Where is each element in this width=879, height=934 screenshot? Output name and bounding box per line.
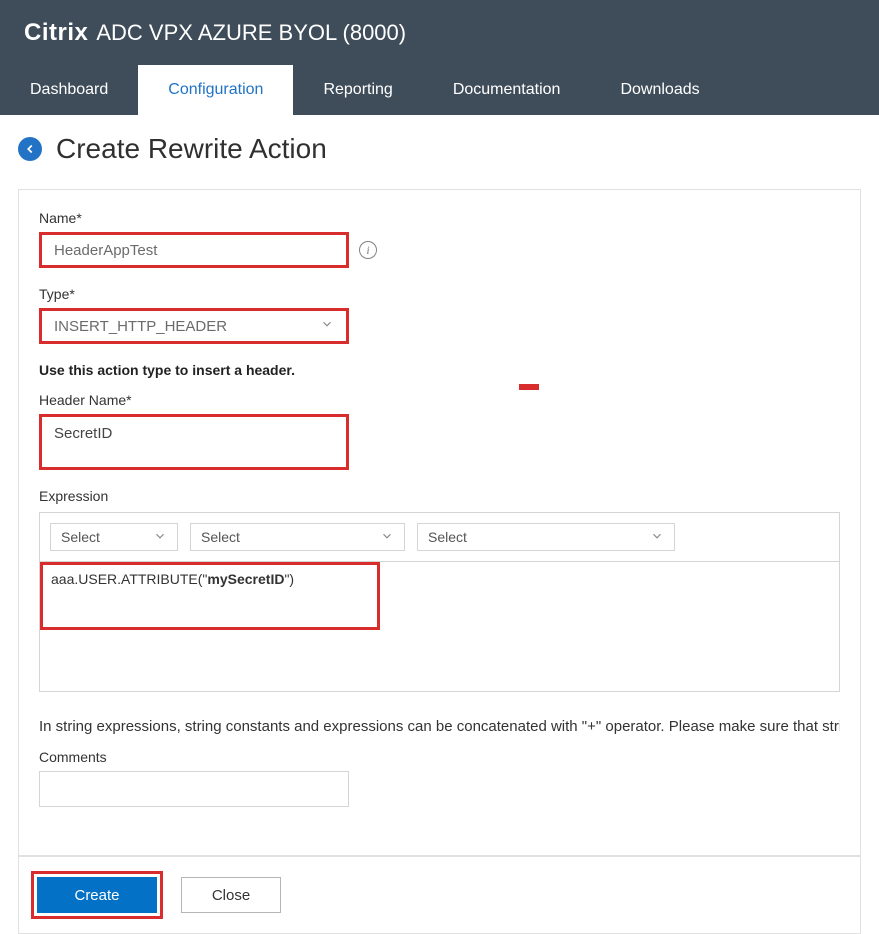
red-marker [519, 384, 539, 390]
expr-bold: mySecretID [207, 571, 284, 587]
name-input[interactable] [42, 235, 346, 265]
expression-select-1[interactable]: Select [50, 523, 178, 551]
main-navbar: Dashboard Configuration Reporting Docume… [0, 65, 879, 115]
expression-body: aaa.USER.ATTRIBUTE("mySecretID") [39, 562, 840, 692]
brand-name: Citrix [24, 19, 88, 47]
comments-input[interactable] [39, 771, 349, 807]
string-help-text: In string expressions, string constants … [39, 718, 840, 735]
nav-reporting[interactable]: Reporting [293, 65, 422, 115]
info-icon[interactable]: i [359, 241, 377, 259]
chevron-down-icon [153, 529, 167, 546]
close-button[interactable]: Close [181, 877, 281, 913]
name-label: Name* [39, 210, 840, 226]
content-area: Create Rewrite Action Name* i Type* INSE… [0, 115, 879, 934]
select3-label: Select [428, 529, 467, 545]
expression-text-highlight[interactable]: aaa.USER.ATTRIBUTE("mySecretID") [40, 562, 380, 630]
chevron-down-icon [650, 529, 664, 546]
title-row: Create Rewrite Action [18, 133, 861, 165]
form-area: Name* i Type* INSERT_HTTP_HEADER Use thi… [18, 189, 861, 856]
select2-label: Select [201, 529, 240, 545]
nav-dashboard[interactable]: Dashboard [0, 65, 138, 115]
nav-configuration[interactable]: Configuration [138, 65, 293, 115]
nav-downloads[interactable]: Downloads [590, 65, 729, 115]
create-button-highlight: Create [31, 871, 163, 919]
type-row: Type* INSERT_HTTP_HEADER [39, 286, 840, 344]
header-name-value: SecretID [54, 425, 112, 442]
header-name-label: Header Name* [39, 392, 840, 408]
page-title: Create Rewrite Action [56, 133, 327, 165]
expression-select-3[interactable]: Select [417, 523, 675, 551]
type-label: Type* [39, 286, 840, 302]
name-input-highlight [39, 232, 349, 268]
arrow-left-icon [23, 142, 37, 156]
comments-row: Comments [39, 749, 840, 807]
expression-section: Expression Select Select Select aaa.USER… [39, 488, 840, 692]
comments-label: Comments [39, 749, 840, 765]
back-button[interactable] [18, 137, 42, 161]
select1-label: Select [61, 529, 100, 545]
app-header: Citrix ADC VPX AZURE BYOL (8000) [0, 0, 879, 65]
type-value: INSERT_HTTP_HEADER [54, 318, 227, 335]
type-select-highlight: INSERT_HTTP_HEADER [39, 308, 349, 344]
header-name-row: Header Name* SecretID [39, 392, 840, 470]
button-row: Create Close [18, 856, 861, 934]
expr-suffix: ") [284, 571, 294, 587]
nav-documentation[interactable]: Documentation [423, 65, 591, 115]
expression-select-row: Select Select Select [39, 512, 840, 562]
header-name-input-highlight: SecretID [39, 414, 349, 470]
create-button[interactable]: Create [37, 877, 157, 913]
expression-label: Expression [39, 488, 840, 504]
expr-prefix: aaa.USER.ATTRIBUTE(" [51, 571, 207, 587]
name-row: Name* i [39, 210, 840, 268]
expression-select-2[interactable]: Select [190, 523, 405, 551]
type-help-text: Use this action type to insert a header. [39, 362, 840, 378]
type-select[interactable]: INSERT_HTTP_HEADER [42, 311, 346, 341]
chevron-down-icon [320, 317, 334, 335]
product-name: ADC VPX AZURE BYOL (8000) [96, 20, 406, 46]
chevron-down-icon [380, 529, 394, 546]
